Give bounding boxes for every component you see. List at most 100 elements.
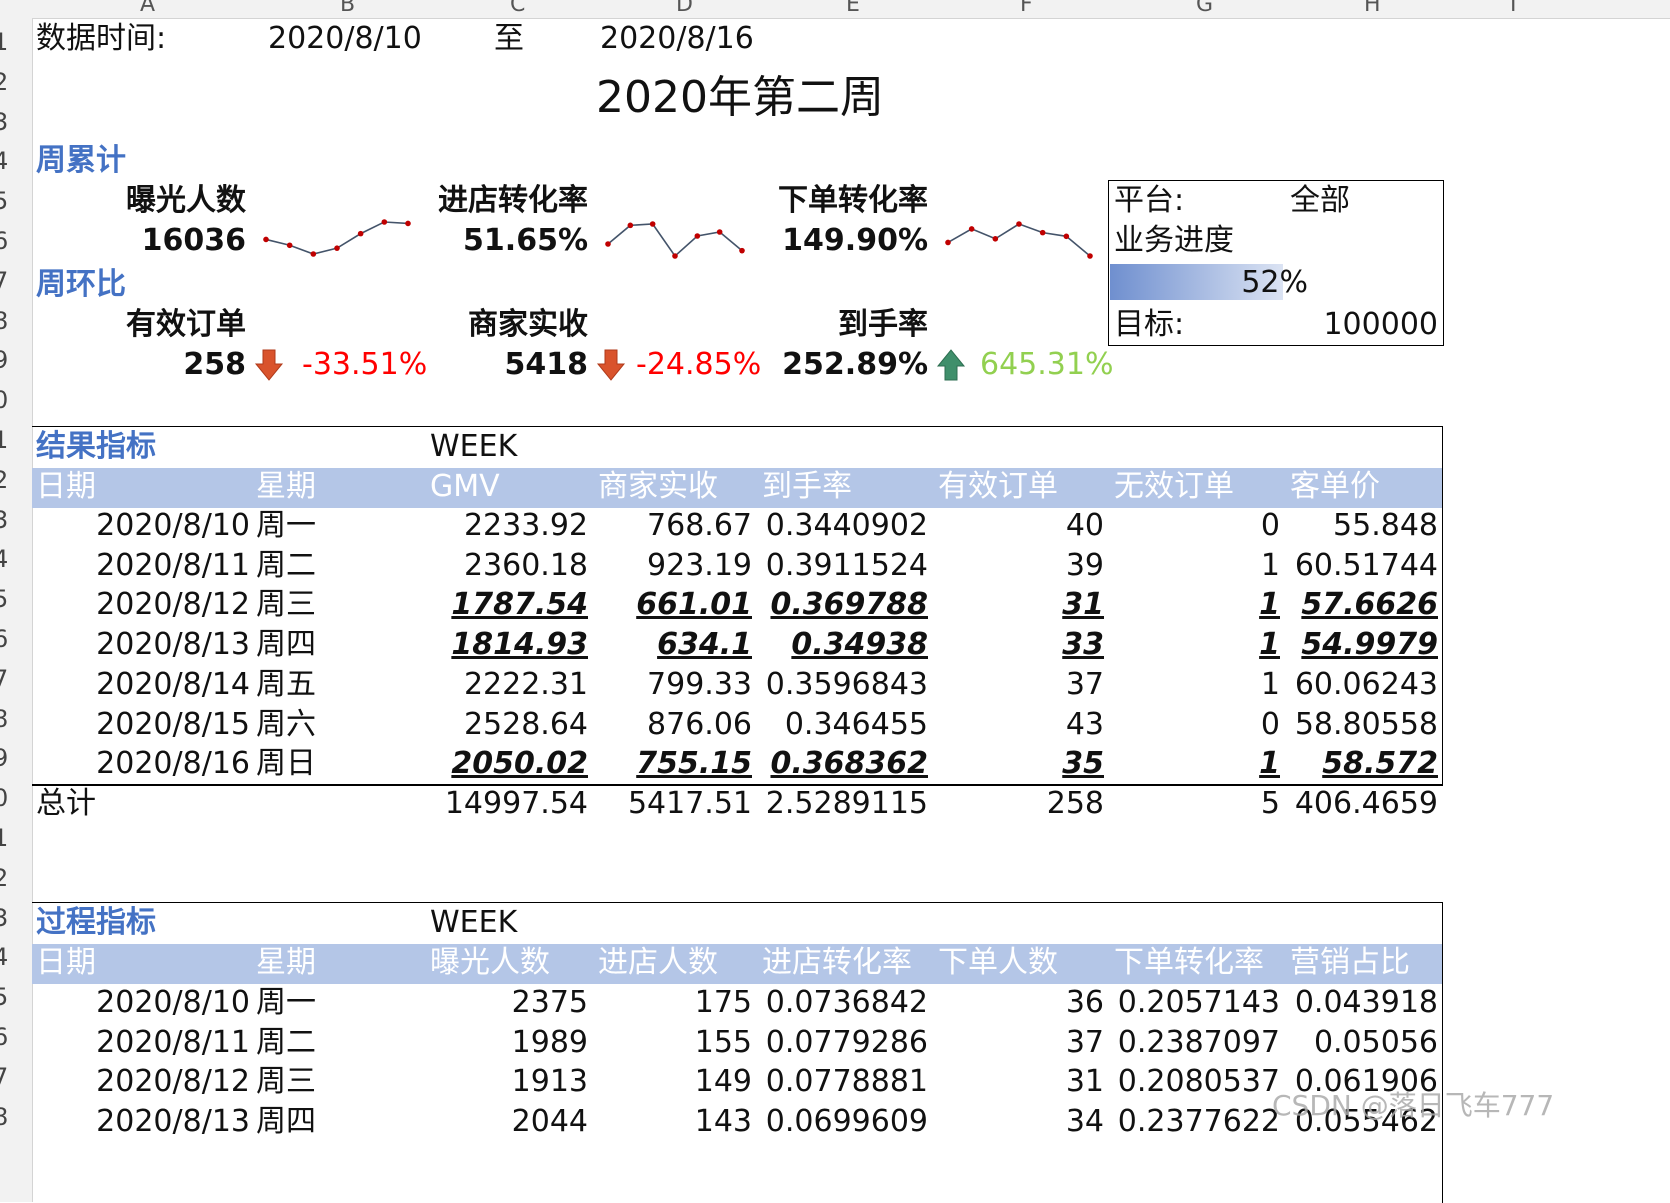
table-header-cell[interactable]: 无效订单	[1114, 472, 1234, 502]
wow-label-valid-orders[interactable]: 有效订单	[40, 310, 246, 340]
table-cell-date[interactable]: 2020/8/12	[40, 590, 250, 620]
table-cell-value[interactable]: 0.2057143	[1110, 988, 1280, 1018]
row-header[interactable]: 1	[0, 28, 8, 56]
date-start[interactable]: 2020/8/10	[268, 24, 422, 54]
column-header-F[interactable]: F	[1020, 0, 1033, 17]
week-over-week-heading[interactable]: 周环比	[36, 270, 126, 300]
table-cell-weekday[interactable]: 周三	[256, 1067, 316, 1097]
table-cell-value[interactable]: 0.0779286	[758, 1027, 928, 1058]
table-cell-value[interactable]: 0.0699609	[758, 1107, 928, 1137]
date-to[interactable]: 至	[494, 24, 524, 54]
table-cell-weekday[interactable]: 周一	[256, 511, 316, 541]
table-total-value[interactable]: 14997.54	[418, 789, 588, 819]
table-cell-value[interactable]: 2233.92	[418, 511, 588, 541]
table-cell-value[interactable]: 0.3596843	[758, 669, 928, 700]
date-end[interactable]: 2020/8/16	[600, 24, 754, 54]
column-header-B[interactable]: B	[340, 0, 355, 17]
table-cell-value[interactable]: 0.368362	[758, 749, 928, 779]
row-header[interactable]: 8	[0, 1103, 8, 1131]
table-cell-value[interactable]: 2360.18	[418, 550, 588, 581]
table-cell-weekday[interactable]: 周六	[256, 709, 316, 740]
table-cell-value[interactable]: 0.0736842	[758, 988, 928, 1018]
table-cell-weekday[interactable]: 周四	[256, 630, 316, 660]
table-cell-value[interactable]: 0	[1110, 709, 1280, 740]
metric-label-order-conversion[interactable]: 下单转化率	[720, 186, 928, 216]
table-cell-value[interactable]: 634.1	[582, 630, 752, 660]
row-header[interactable]: 9	[0, 346, 8, 374]
table-header-cell[interactable]: 曝光人数	[430, 948, 550, 978]
table-cell-value[interactable]: 661.01	[582, 590, 752, 620]
metric-label-exposure[interactable]: 曝光人数	[40, 186, 246, 216]
target-label[interactable]: 目标:	[1114, 310, 1184, 340]
process-table-week[interactable]: WEEK	[430, 908, 517, 938]
table-header-cell[interactable]: 营销占比	[1290, 948, 1410, 978]
table-cell-value[interactable]: 1	[1110, 590, 1280, 620]
table-cell-value[interactable]: 2050.02	[418, 749, 588, 779]
table-header-cell[interactable]: 商家实收	[598, 472, 718, 502]
table-cell-value[interactable]: 1	[1110, 550, 1280, 581]
result-table-week[interactable]: WEEK	[430, 432, 517, 462]
row-header[interactable]: 8	[0, 307, 8, 335]
table-cell-value[interactable]: 155	[582, 1027, 752, 1058]
table-header-cell[interactable]: 客单价	[1290, 472, 1380, 502]
table-cell-value[interactable]: 37	[934, 1027, 1104, 1058]
table-cell-value[interactable]: 36	[934, 988, 1104, 1018]
table-cell-value[interactable]: 43	[934, 709, 1104, 740]
table-cell-value[interactable]: 58.572	[1268, 749, 1438, 779]
table-cell-value[interactable]: 2044	[418, 1107, 588, 1137]
table-cell-value[interactable]: 58.80558	[1268, 709, 1438, 740]
table-cell-value[interactable]: 34	[934, 1107, 1104, 1137]
row-header[interactable]: 3	[0, 904, 8, 932]
table-cell-date[interactable]: 2020/8/14	[40, 669, 250, 700]
table-cell-value[interactable]: 1787.54	[418, 590, 588, 620]
table-cell-value[interactable]: 0.043918	[1268, 988, 1438, 1018]
metric-value-order-conversion[interactable]: 149.90%	[720, 226, 928, 256]
row-header[interactable]: 8	[0, 705, 8, 733]
platform-label[interactable]: 平台:	[1114, 186, 1184, 216]
table-cell-value[interactable]: 0.3440902	[758, 511, 928, 541]
table-total-label[interactable]: 总计	[36, 789, 96, 819]
column-header-H[interactable]: H	[1364, 0, 1381, 17]
table-cell-weekday[interactable]: 周三	[256, 590, 316, 620]
table-cell-date[interactable]: 2020/8/13	[40, 630, 250, 660]
wow-value-take-rate[interactable]: 252.89%	[720, 350, 928, 380]
page-title[interactable]: 2020年第二周	[596, 76, 884, 120]
table-cell-weekday[interactable]: 周一	[256, 988, 316, 1018]
row-header[interactable]: 1	[0, 426, 8, 454]
row-header[interactable]: 6	[0, 1023, 8, 1051]
table-cell-date[interactable]: 2020/8/16	[40, 749, 250, 779]
table-cell-weekday[interactable]: 周日	[256, 749, 316, 779]
table-cell-date[interactable]: 2020/8/12	[40, 1067, 250, 1097]
table-header-cell[interactable]: 星期	[256, 472, 316, 502]
metric-value-exposure[interactable]: 16036	[40, 226, 246, 256]
table-cell-value[interactable]: 1814.93	[418, 630, 588, 660]
wow-label-merchant-income[interactable]: 商家实收	[380, 310, 588, 340]
column-header-E[interactable]: E	[846, 0, 860, 17]
table-cell-date[interactable]: 2020/8/10	[40, 988, 250, 1018]
row-header[interactable]: 5	[0, 983, 8, 1011]
date-label[interactable]: 数据时间:	[36, 24, 166, 54]
row-header[interactable]: 9	[0, 744, 8, 772]
table-total-value[interactable]: 406.4659	[1268, 789, 1438, 819]
metric-value-store-conversion[interactable]: 51.65%	[380, 226, 588, 256]
table-cell-value[interactable]: 0.346455	[758, 709, 928, 740]
row-header[interactable]: 5	[0, 585, 8, 613]
table-cell-value[interactable]: 2375	[418, 988, 588, 1018]
row-header[interactable]: 7	[0, 267, 8, 295]
wow-change-take-rate[interactable]: 645.31%	[980, 350, 1113, 380]
table-cell-value[interactable]: 1	[1110, 630, 1280, 660]
table-cell-value[interactable]: 54.9979	[1268, 630, 1438, 660]
table-total-value[interactable]: 5417.51	[582, 789, 752, 819]
table-cell-value[interactable]: 57.6626	[1268, 590, 1438, 620]
table-cell-value[interactable]: 0.2377622	[1110, 1107, 1280, 1137]
table-cell-value[interactable]: 1	[1110, 749, 1280, 779]
table-total-value[interactable]: 5	[1110, 789, 1280, 819]
row-header[interactable]: 3	[0, 506, 8, 534]
row-header[interactable]: 2	[0, 466, 8, 494]
row-header[interactable]: 4	[0, 147, 8, 175]
table-header-cell[interactable]: 星期	[256, 948, 316, 978]
table-cell-value[interactable]: 0.2080537	[1110, 1067, 1280, 1097]
table-header-cell[interactable]: 到手率	[762, 472, 852, 502]
row-header[interactable]: 7	[0, 1063, 8, 1091]
table-cell-date[interactable]: 2020/8/11	[40, 1027, 250, 1058]
